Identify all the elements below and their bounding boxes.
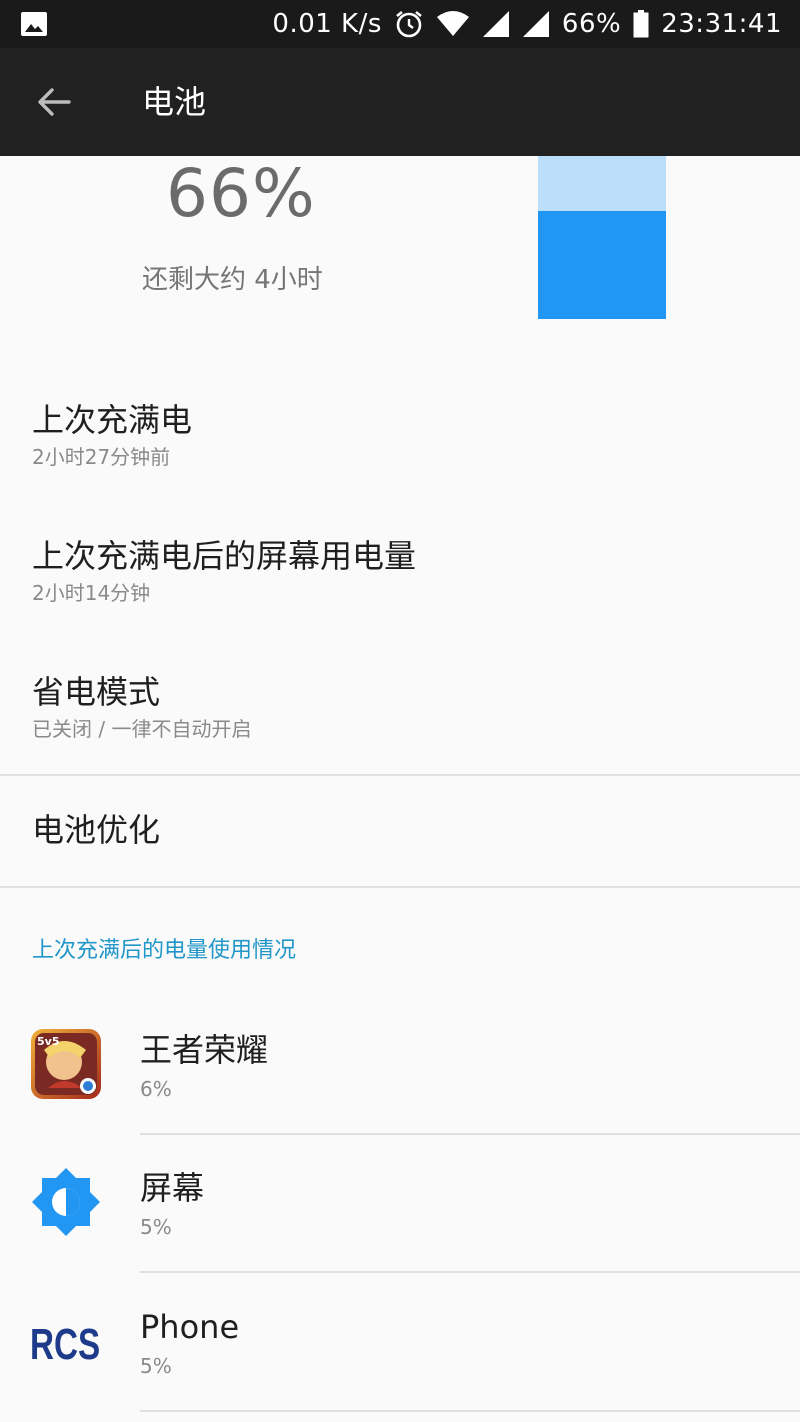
usage-row-screen[interactable]: 屏幕 5%	[0, 1138, 800, 1276]
rcs-icon-text: RCS	[30, 1321, 100, 1366]
clock: 23:31:41	[661, 9, 782, 39]
game-app-icon: 5v5	[30, 1028, 102, 1100]
divider	[140, 1271, 800, 1273]
arrow-back-icon	[37, 87, 71, 121]
svg-text:5v5: 5v5	[37, 1035, 59, 1048]
divider	[140, 1133, 800, 1135]
page-title: 电池	[142, 83, 207, 121]
pref-battery-optimization[interactable]: 电池优化	[0, 776, 800, 886]
app-usage-percent: 5%	[140, 1215, 172, 1239]
app-bar: 电池	[0, 48, 800, 156]
status-bar: 0.01 K/s 66% 23:31:41	[0, 0, 800, 48]
pref-title: 上次充满电	[32, 401, 193, 439]
pref-title: 省电模式	[32, 673, 161, 711]
pref-screen-usage[interactable]: 上次充满电后的屏幕用电量 2小时14分钟	[0, 522, 800, 642]
network-speed: 0.01 K/s	[272, 9, 382, 39]
pref-summary: 已关闭 / 一律不自动开启	[32, 717, 252, 741]
app-name: 屏幕	[140, 1169, 205, 1207]
rcs-icon: RCS	[30, 1305, 102, 1377]
usage-section-header: 上次充满后的电量使用情况	[32, 938, 297, 963]
pref-summary: 2小时27分钟前	[32, 445, 171, 469]
battery-percent-large: 66%	[166, 155, 316, 232]
app-usage-percent: 6%	[140, 1077, 172, 1101]
image-notification-icon	[20, 10, 48, 38]
pref-title: 电池优化	[32, 811, 161, 849]
usage-row-phone[interactable]: RCS Phone 5%	[0, 1277, 800, 1415]
divider	[0, 886, 800, 888]
alarm-icon	[394, 9, 424, 39]
battery-icon	[633, 10, 649, 38]
app-name: Phone	[140, 1308, 240, 1346]
pref-title: 上次充满电后的屏幕用电量	[32, 537, 417, 575]
wifi-icon	[436, 11, 470, 37]
battery-level-fill	[538, 211, 666, 319]
signal-icon	[482, 10, 510, 38]
pref-summary: 2小时14分钟	[32, 581, 151, 605]
pref-battery-saver[interactable]: 省电模式 已关闭 / 一律不自动开启	[0, 658, 800, 772]
app-usage-percent: 5%	[140, 1354, 172, 1378]
battery-percent: 66%	[561, 9, 622, 39]
brightness-icon	[30, 1166, 102, 1238]
back-button[interactable]	[28, 78, 80, 130]
divider	[140, 1410, 800, 1412]
time-remaining: 还剩大约 4小时	[142, 265, 323, 295]
usage-row-game[interactable]: 5v5 王者荣耀 6%	[0, 1000, 800, 1138]
pref-last-full-charge[interactable]: 上次充满电 2小时27分钟前	[0, 386, 800, 506]
app-name: 王者荣耀	[140, 1031, 269, 1069]
signal-icon	[522, 10, 550, 38]
battery-summary: 66% 还剩大约 4小时	[0, 156, 800, 356]
battery-level-graphic	[538, 156, 666, 319]
